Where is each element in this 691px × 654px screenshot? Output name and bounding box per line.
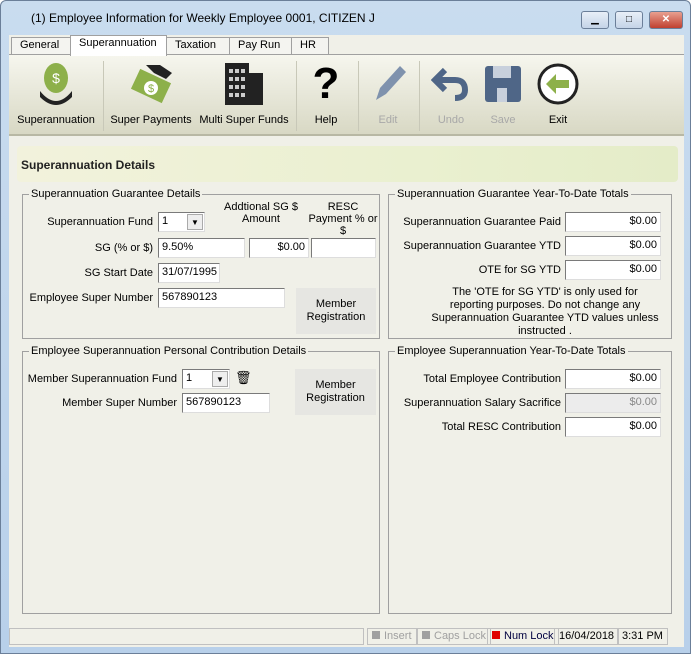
- sg-label: SG (% or $): [94, 242, 153, 254]
- multi-super-funds-button[interactable]: Multi Super Funds: [197, 55, 291, 137]
- salary-sacrifice-label: Superannuation Salary Sacrifice: [403, 397, 561, 409]
- help-button[interactable]: ? Help: [301, 55, 351, 137]
- close-button[interactable]: ✕: [649, 11, 683, 29]
- member-super-number-input[interactable]: 567890123: [182, 393, 270, 413]
- status-time: 3:31 PM: [617, 628, 668, 645]
- member-fund-label: Member Superannuation Fund: [27, 373, 177, 385]
- employee-super-number-label: Employee Super Number: [29, 292, 153, 304]
- question-mark-icon: ?: [312, 59, 340, 108]
- window-body: General Superannuation Taxation Pay Run …: [9, 35, 684, 647]
- total-employee-contribution-input[interactable]: $0.00: [565, 369, 661, 389]
- chevron-down-icon: ▼: [212, 371, 228, 387]
- ote-label: OTE for SG YTD: [478, 264, 561, 276]
- maximize-button[interactable]: □: [615, 11, 643, 29]
- sg-input[interactable]: 9.50%: [158, 238, 245, 258]
- sg-start-date-input[interactable]: 31/07/1995: [158, 263, 220, 283]
- money-hand-icon: $: [107, 61, 195, 107]
- toolbar: $ Superannuation $ Super Payments Multi …: [9, 54, 684, 136]
- window: (1) Employee Information for Weekly Empl…: [0, 0, 691, 654]
- employee-super-number-input[interactable]: 567890123: [158, 288, 285, 308]
- minimize-button[interactable]: ▁: [581, 11, 609, 29]
- resc-payment-input[interactable]: [311, 238, 376, 258]
- save-button[interactable]: Save: [479, 55, 527, 137]
- sg-ytd-input[interactable]: $0.00: [565, 236, 661, 256]
- status-bar: Insert Caps Lock Num Lock 16/04/2018 3:3…: [9, 625, 684, 647]
- tab-hr[interactable]: HR: [291, 37, 329, 55]
- member-super-number-label: Member Super Number: [62, 397, 177, 409]
- exit-arrow-icon: [533, 61, 583, 107]
- group-legend: Superannuation Guarantee Year-To-Date To…: [397, 188, 629, 200]
- undo-button[interactable]: Undo: [427, 55, 475, 137]
- tab-general[interactable]: General: [11, 37, 71, 55]
- svg-text:$: $: [52, 70, 60, 86]
- edit-button[interactable]: Edit: [363, 55, 413, 137]
- total-resc-input[interactable]: $0.00: [565, 417, 661, 437]
- insert-indicator: Insert: [367, 628, 417, 645]
- tab-pay-run[interactable]: Pay Run: [229, 37, 292, 55]
- superannuation-fund-select[interactable]: 1 ▼: [158, 212, 205, 232]
- content-area: Superannuation Details Superannuation Gu…: [9, 138, 684, 624]
- svg-text:$: $: [148, 83, 154, 95]
- sg-details-group: Superannuation Guarantee Details Superan…: [22, 188, 380, 339]
- chevron-down-icon: ▼: [187, 214, 203, 230]
- super-payments-button[interactable]: $ Super Payments: [107, 55, 195, 137]
- pencil-icon: [363, 61, 413, 107]
- sg-paid-input[interactable]: $0.00: [565, 212, 661, 232]
- num-lock-indicator: Num Lock: [487, 628, 559, 645]
- window-title: (1) Employee Information for Weekly Empl…: [31, 11, 375, 25]
- total-employee-contribution-label: Total Employee Contribution: [423, 373, 561, 385]
- trash-icon[interactable]: 🗑: [235, 370, 252, 386]
- money-egg-icon: $: [13, 61, 99, 107]
- total-resc-label: Total RESC Contribution: [441, 421, 561, 433]
- ote-note: The 'OTE for SG YTD' is only used for re…: [431, 286, 659, 337]
- sg-start-date-label: SG Start Date: [84, 267, 153, 279]
- undo-arrow-icon: [427, 61, 475, 107]
- salary-sacrifice-input: $0.00: [565, 393, 661, 413]
- page-title: Superannuation Details: [17, 146, 678, 182]
- additional-sg-label: Addtional SG $ Amount: [224, 201, 298, 225]
- member-registration-button[interactable]: Member Registration: [295, 369, 376, 415]
- resc-payment-label: RESC Payment % or $: [308, 201, 378, 237]
- sg-ytd-group: Superannuation Guarantee Year-To-Date To…: [388, 188, 672, 339]
- tab-superannuation[interactable]: Superannuation: [70, 35, 167, 56]
- group-legend: Employee Superannuation Personal Contrib…: [31, 345, 307, 357]
- floppy-disk-icon: [479, 61, 527, 107]
- ote-input[interactable]: $0.00: [565, 260, 661, 280]
- group-legend: Superannuation Guarantee Details: [31, 188, 201, 200]
- member-registration-button[interactable]: Member Registration: [296, 288, 376, 334]
- building-icon: [197, 61, 291, 107]
- sg-ytd-label: Superannuation Guarantee YTD: [403, 240, 561, 252]
- personal-contribution-group: Employee Superannuation Personal Contrib…: [22, 345, 380, 614]
- caps-lock-indicator: Caps Lock: [417, 628, 491, 645]
- group-legend: Employee Superannuation Year-To-Date Tot…: [397, 345, 626, 357]
- status-date: 16/04/2018: [554, 628, 620, 645]
- additional-sg-input[interactable]: $0.00: [249, 238, 309, 258]
- tab-taxation[interactable]: Taxation: [166, 37, 230, 55]
- sg-paid-label: Superannuation Guarantee Paid: [403, 216, 561, 228]
- fund-label: Superannuation Fund: [47, 216, 153, 228]
- tab-bar: General Superannuation Taxation Pay Run …: [9, 35, 684, 56]
- member-fund-select[interactable]: 1 ▼: [182, 369, 230, 389]
- employee-ytd-group: Employee Superannuation Year-To-Date Tot…: [388, 345, 672, 614]
- exit-button[interactable]: Exit: [533, 55, 583, 137]
- status-panel: [9, 628, 364, 645]
- superannuation-button[interactable]: $ Superannuation: [13, 55, 99, 137]
